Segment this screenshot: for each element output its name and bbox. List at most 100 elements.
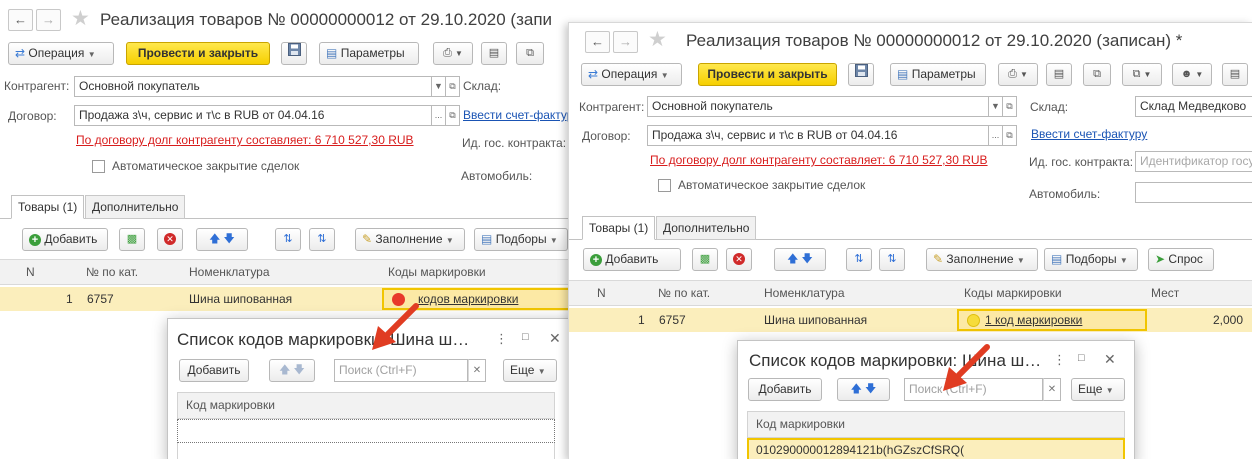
auto-close-checkbox[interactable] xyxy=(658,179,671,192)
selections-label: Подборы xyxy=(495,232,547,246)
warehouse-field[interactable]: Склад Медведково xyxy=(1135,96,1252,117)
more-button[interactable]: Еще ▼ xyxy=(1071,378,1125,401)
maximize-icon[interactable]: □ xyxy=(1078,352,1085,364)
dialog-column-header[interactable]: Код маркировки xyxy=(177,392,555,419)
clear-search-icon[interactable]: ✕ xyxy=(1043,378,1061,401)
demand-button[interactable]: ➤ Спрос xyxy=(1148,248,1214,271)
delete-row-icon[interactable]: ✕ xyxy=(157,228,183,251)
parameters-button[interactable]: ▤ Параметры xyxy=(319,42,419,65)
open-link-icon[interactable]: ⧉ xyxy=(1003,125,1017,146)
users-icon[interactable]: ☻ ▼ xyxy=(1172,63,1212,86)
search-input[interactable]: Поиск (Ctrl+F) xyxy=(334,359,468,382)
tab-goods[interactable]: Товары (1) xyxy=(582,216,656,240)
tab-additional[interactable]: Дополнительно xyxy=(85,195,186,219)
move-up-down-icon[interactable]: 🡅 🡇 xyxy=(196,228,248,251)
auto-close-checkbox[interactable] xyxy=(92,160,105,173)
maximize-icon[interactable]: □ xyxy=(522,331,529,343)
table-row[interactable]: 1 6757 Шина шипованная кодов маркировки xyxy=(0,287,580,311)
back-arrow-icon[interactable]: ← xyxy=(585,31,610,53)
tab-additional[interactable]: Дополнительно xyxy=(656,216,757,240)
favorite-star-icon[interactable]: ★ xyxy=(71,8,90,30)
choose-icon[interactable]: ... xyxy=(989,125,1003,146)
marking-codes-link[interactable]: кодов маркировки xyxy=(418,292,518,306)
fill-button[interactable]: ✎ Заполнение ▼ xyxy=(926,248,1038,271)
close-icon[interactable]: ✕ xyxy=(549,330,561,347)
column-places[interactable]: Мест xyxy=(1151,281,1179,305)
contract-field[interactable]: Продажа з\ч, сервис и т\с в RUB от 04.04… xyxy=(74,105,432,126)
debt-link[interactable]: По договору долг контрагенту составляет:… xyxy=(650,153,988,167)
favorite-star-icon[interactable]: ★ xyxy=(648,29,667,51)
more-button[interactable]: Еще ▼ xyxy=(503,359,557,382)
column-catalog-no[interactable]: № по кат. xyxy=(658,281,710,305)
close-icon[interactable]: ✕ xyxy=(1104,351,1116,368)
structure-icon[interactable]: ▤ xyxy=(1046,63,1072,86)
back-arrow-icon[interactable]: ← xyxy=(8,9,33,31)
sort-desc-icon[interactable]: ⇅ xyxy=(879,248,905,271)
forward-arrow-icon[interactable]: → xyxy=(613,31,638,53)
car-field[interactable] xyxy=(1135,182,1252,203)
related-docs-icon[interactable]: ⧉ xyxy=(516,42,544,65)
open-link-icon[interactable]: ⧉ xyxy=(1003,96,1017,117)
operation-button[interactable]: ⇄ Операция ▼ xyxy=(8,42,114,65)
open-link-icon[interactable]: ⧉ xyxy=(446,76,460,97)
enter-invoice-link[interactable]: Ввести счет-фактуру xyxy=(463,108,579,122)
selections-button[interactable]: ▤ Подборы ▼ xyxy=(474,228,568,251)
save-icon[interactable] xyxy=(848,63,874,86)
forward-arrow-icon[interactable]: → xyxy=(36,9,61,31)
column-nomenclature[interactable]: Номенклатура xyxy=(189,260,270,284)
counterparty-field[interactable]: Основной покупатель xyxy=(74,76,432,97)
create-based-icon[interactable]: ⧉ ▼ xyxy=(1122,63,1162,86)
dialog-column-header[interactable]: Код маркировки xyxy=(747,411,1125,438)
sort-asc-icon[interactable]: ⇅ xyxy=(846,248,872,271)
dropdown-icon[interactable]: ▼ xyxy=(432,76,446,97)
list-item[interactable]: 010290000012894121b(hGZszCfSRQ( xyxy=(747,438,1125,459)
more-vertical-icon[interactable]: ⋮ xyxy=(495,331,508,347)
enter-invoice-link[interactable]: Ввести счет-фактуру xyxy=(1031,127,1147,141)
sort-desc-icon[interactable]: ⇅ xyxy=(309,228,335,251)
dropdown-icon[interactable]: ▼ xyxy=(989,96,1003,117)
parameters-label: Параметры xyxy=(340,46,405,60)
column-marking-codes[interactable]: Коды маркировки xyxy=(964,281,1062,305)
debt-link[interactable]: По договору долг контрагенту составляет:… xyxy=(76,133,414,147)
counterparty-field[interactable]: Основной покупатель xyxy=(647,96,989,117)
open-link-icon[interactable]: ⧉ xyxy=(446,105,460,126)
move-up-down-icon[interactable]: 🡅 🡇 xyxy=(269,359,315,382)
save-icon[interactable] xyxy=(281,42,307,65)
add-row-button[interactable]: + Добавить xyxy=(583,248,681,271)
move-up-down-icon[interactable]: 🡅 🡇 xyxy=(837,378,890,401)
sort-asc-icon[interactable]: ⇅ xyxy=(275,228,301,251)
column-nomenclature[interactable]: Номенклатура xyxy=(764,281,845,305)
marking-codes-cell[interactable]: 1 код маркировки xyxy=(957,309,1147,331)
more-vertical-icon[interactable]: ⋮ xyxy=(1053,352,1066,368)
report-icon[interactable]: ▤ xyxy=(1222,63,1248,86)
gov-contract-field[interactable]: Идентификатор госу xyxy=(1135,151,1252,172)
related-docs-icon[interactable]: ⧉ xyxy=(1083,63,1111,86)
selections-button[interactable]: ▤ Подборы ▼ xyxy=(1044,248,1138,271)
copy-row-icon[interactable]: ▩ xyxy=(692,248,718,271)
fill-button[interactable]: ✎ Заполнение ▼ xyxy=(355,228,465,251)
delete-row-icon[interactable]: ✕ xyxy=(726,248,752,271)
operation-button[interactable]: ⇄ Операция ▼ xyxy=(581,63,682,86)
table-row[interactable]: 1 6757 Шина шипованная 1 код маркировки … xyxy=(569,308,1252,332)
choose-icon[interactable]: ... xyxy=(432,105,446,126)
column-marking-codes[interactable]: Коды маркировки xyxy=(388,260,486,284)
parameters-button[interactable]: ▤ Параметры xyxy=(890,63,986,86)
structure-icon[interactable]: ▤ xyxy=(481,42,507,65)
marking-codes-link[interactable]: 1 код маркировки xyxy=(985,313,1082,327)
column-catalog-no[interactable]: № по кат. xyxy=(86,260,138,284)
dialog-add-button[interactable]: Добавить xyxy=(748,378,822,401)
copy-row-icon[interactable]: ▩ xyxy=(119,228,145,251)
post-and-close-button[interactable]: Провести и закрыть xyxy=(698,63,837,86)
column-n[interactable]: N xyxy=(26,260,35,284)
tab-goods[interactable]: Товары (1) xyxy=(11,195,85,219)
move-up-down-icon[interactable]: 🡅 🡇 xyxy=(774,248,826,271)
print-icon[interactable]: ⎙ ▼ xyxy=(433,42,473,65)
add-row-button[interactable]: + Добавить xyxy=(22,228,108,251)
column-n[interactable]: N xyxy=(597,281,606,305)
print-icon[interactable]: ⎙ ▼ xyxy=(998,63,1038,86)
dialog-add-button[interactable]: Добавить xyxy=(179,359,249,382)
clear-search-icon[interactable]: ✕ xyxy=(468,359,486,382)
post-and-close-button[interactable]: Провести и закрыть xyxy=(126,42,270,65)
list-item[interactable] xyxy=(177,419,555,443)
contract-field[interactable]: Продажа з\ч, сервис и т\с в RUB от 04.04… xyxy=(647,125,989,146)
